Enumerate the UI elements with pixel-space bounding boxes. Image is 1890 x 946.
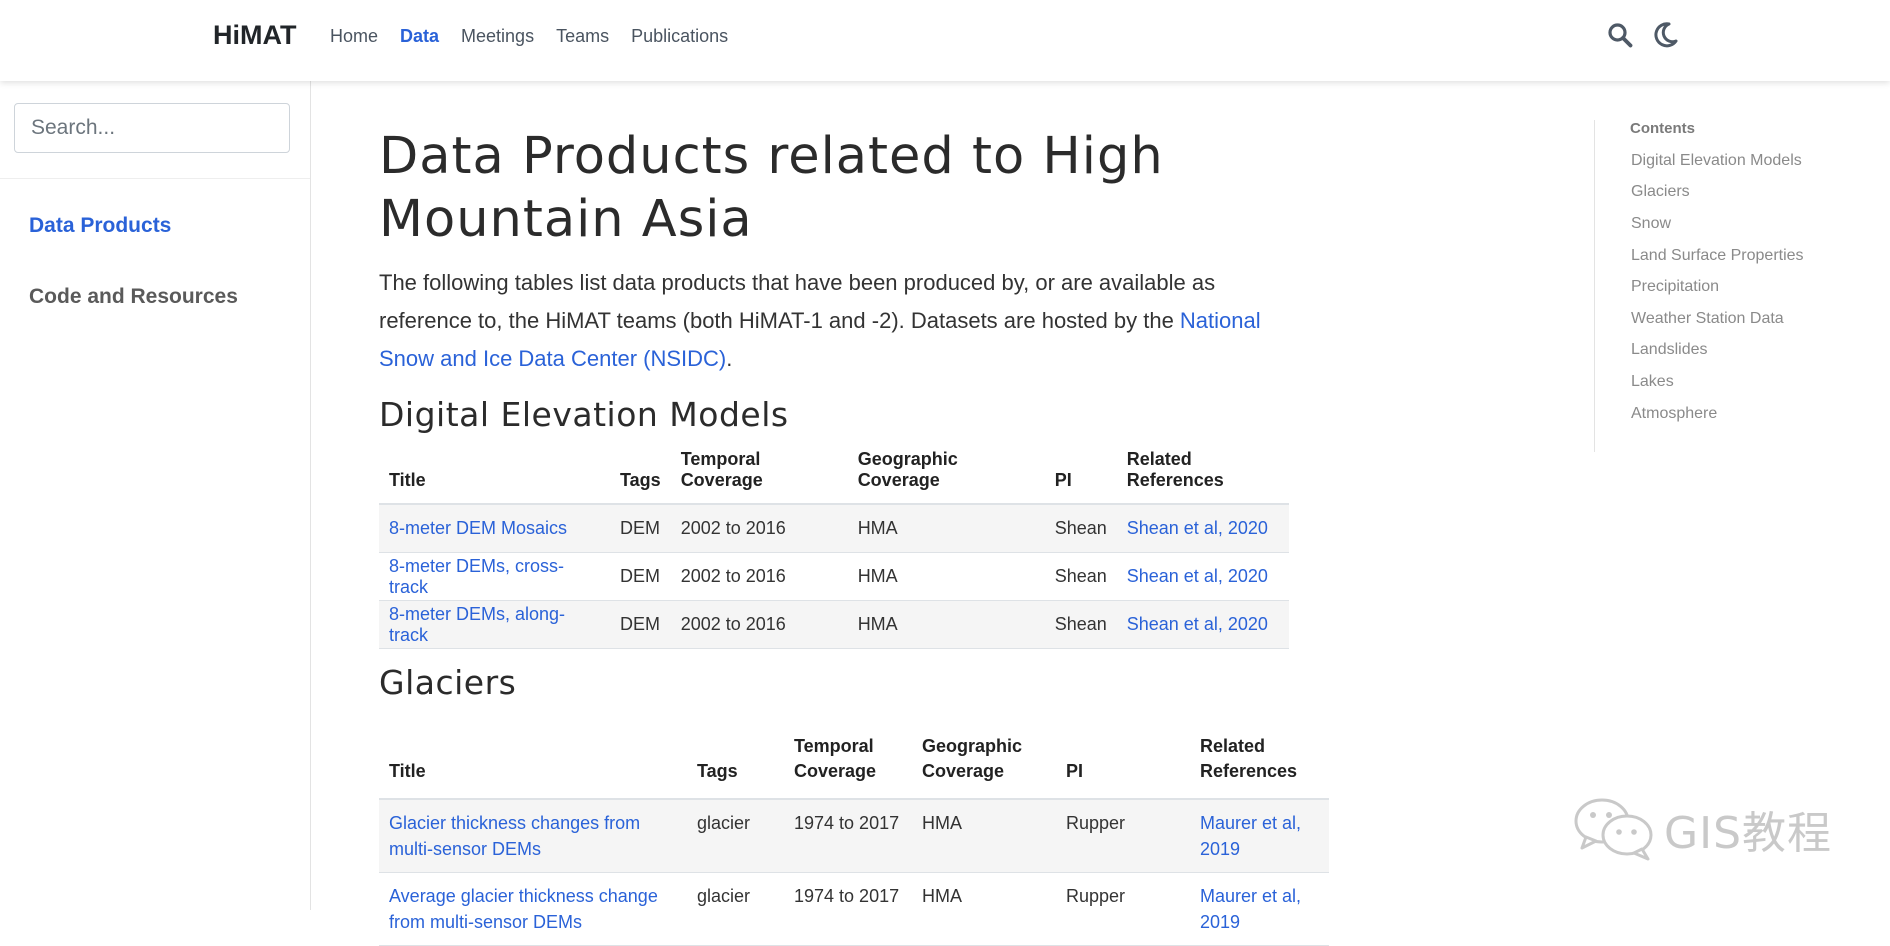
column-header-temporal: Temporal Coverage <box>784 724 912 800</box>
tag-cell: glacier <box>687 799 784 873</box>
pi-cell: Rupper <box>1056 799 1190 873</box>
table-of-contents: Contents Digital Elevation Models Glacie… <box>1594 120 1835 452</box>
column-header-temporal: Temporal Coverage <box>670 447 848 505</box>
tag-cell: DEM <box>610 600 671 649</box>
search-icon[interactable] <box>1607 22 1633 48</box>
column-header-geographic: Geographic Coverage <box>912 724 1056 800</box>
tag-cell: glacier <box>687 872 784 946</box>
dataset-link[interactable]: 8-meter DEM Mosaics <box>389 518 567 538</box>
reference-link[interactable]: Maurer et al, 2019 <box>1200 813 1301 859</box>
temporal-cell: 2002 to 2016 <box>670 552 848 601</box>
page-title: Data Products related to High Mountain A… <box>379 127 1164 249</box>
column-header-tags: Tags <box>687 724 784 800</box>
dataset-link[interactable]: Glacier thickness changes from multi-sen… <box>389 813 640 859</box>
table-row: Glacier thickness changes from multi-sen… <box>379 799 1329 873</box>
temporal-cell: 1974 to 2017 <box>784 799 912 873</box>
tag-cell: DEM <box>610 504 671 553</box>
watermark-text: GIS教程 <box>1664 808 1833 859</box>
dataset-link[interactable]: 8-meter DEMs, cross-track <box>389 556 564 597</box>
toc-heading: Contents <box>1630 120 1695 137</box>
sidebar-search-container <box>0 81 310 179</box>
reference-link[interactable]: Shean et al, 2020 <box>1127 518 1268 538</box>
sidebar-search-input[interactable] <box>14 103 290 153</box>
nav-links: Home Data Meetings Teams Publications <box>330 26 750 47</box>
pi-cell: Shean <box>1044 552 1117 601</box>
sidebar-item-code-and-resources[interactable]: Code and Resources <box>29 285 238 309</box>
pi-cell: Shean <box>1044 504 1117 553</box>
nav-link-teams[interactable]: Teams <box>556 26 609 47</box>
temporal-cell: 1974 to 2017 <box>784 872 912 946</box>
toc-item-precipitation[interactable]: Precipitation <box>1631 278 1719 296</box>
reference-link[interactable]: Maurer et al, 2019 <box>1200 886 1301 932</box>
table-header-row: Title Tags Temporal Coverage Geographic … <box>379 724 1329 800</box>
nav-link-data[interactable]: Data <box>400 26 439 47</box>
temporal-cell: 2002 to 2016 <box>670 600 848 649</box>
intro-text: The following tables list data products … <box>379 270 1216 333</box>
sidebar-item-data-products[interactable]: Data Products <box>29 214 171 238</box>
table-row: Average glacier thickness change from mu… <box>379 872 1329 946</box>
nav-link-publications[interactable]: Publications <box>631 26 728 47</box>
nav-link-meetings[interactable]: Meetings <box>461 26 534 47</box>
section-title-dem: Digital Elevation Models <box>379 395 789 434</box>
geographic-cell: HMA <box>847 504 1045 553</box>
table-header-row: Title Tags Temporal Coverage Geographic … <box>379 447 1289 505</box>
section-title-glaciers: Glaciers <box>379 663 517 702</box>
column-header-geographic: Geographic Coverage <box>847 447 1045 505</box>
nav-link-home[interactable]: Home <box>330 26 378 47</box>
dataset-link[interactable]: Average glacier thickness change from mu… <box>389 886 658 932</box>
column-header-title: Title <box>379 447 610 505</box>
column-header-pi: PI <box>1044 447 1117 505</box>
toc-item-digital-elevation-models[interactable]: Digital Elevation Models <box>1631 152 1802 170</box>
geographic-cell: HMA <box>912 872 1056 946</box>
top-navbar: HiMAT Home Data Meetings Teams Publicati… <box>0 0 1890 81</box>
column-header-references: Related References <box>1190 724 1329 800</box>
reference-link[interactable]: Shean et al, 2020 <box>1127 566 1268 586</box>
column-header-title: Title <box>379 724 687 800</box>
dataset-link[interactable]: 8-meter DEMs, along-track <box>389 604 565 645</box>
glaciers-table: Title Tags Temporal Coverage Geographic … <box>379 724 1329 946</box>
toc-item-weather-station-data[interactable]: Weather Station Data <box>1631 310 1784 328</box>
table-row: 8-meter DEMs, along-track DEM 2002 to 20… <box>379 600 1289 649</box>
toc-item-land-surface-properties[interactable]: Land Surface Properties <box>1631 247 1804 265</box>
column-header-references: Related References <box>1116 447 1289 505</box>
toc-item-snow[interactable]: Snow <box>1631 215 1671 233</box>
geographic-cell: HMA <box>847 600 1045 649</box>
toc-item-landslides[interactable]: Landslides <box>1631 341 1708 359</box>
reference-link[interactable]: Shean et al, 2020 <box>1127 614 1268 634</box>
dem-table: Title Tags Temporal Coverage Geographic … <box>379 447 1289 649</box>
column-header-tags: Tags <box>610 447 671 505</box>
toc-item-atmosphere[interactable]: Atmosphere <box>1631 405 1717 423</box>
toc-item-glaciers[interactable]: Glaciers <box>1631 183 1690 201</box>
column-header-pi: PI <box>1056 724 1190 800</box>
geographic-cell: HMA <box>847 552 1045 601</box>
tag-cell: DEM <box>610 552 671 601</box>
temporal-cell: 2002 to 2016 <box>670 504 848 553</box>
moon-icon[interactable] <box>1652 22 1678 48</box>
geographic-cell: HMA <box>912 799 1056 873</box>
toc-item-lakes[interactable]: Lakes <box>1631 373 1674 391</box>
pi-cell: Shean <box>1044 600 1117 649</box>
brand-logo[interactable]: HiMAT <box>213 20 296 51</box>
pi-cell: Rupper <box>1056 872 1190 946</box>
intro-paragraph: The following tables list data products … <box>379 264 1299 378</box>
table-row: 8-meter DEM Mosaics DEM 2002 to 2016 HMA… <box>379 504 1289 553</box>
wechat-icon <box>1572 793 1662 868</box>
watermark: GIS教程 <box>1572 793 1832 863</box>
table-row: 8-meter DEMs, cross-track DEM 2002 to 20… <box>379 552 1289 601</box>
intro-end: . <box>726 346 733 371</box>
left-sidebar: Data Products Code and Resources <box>0 81 311 910</box>
